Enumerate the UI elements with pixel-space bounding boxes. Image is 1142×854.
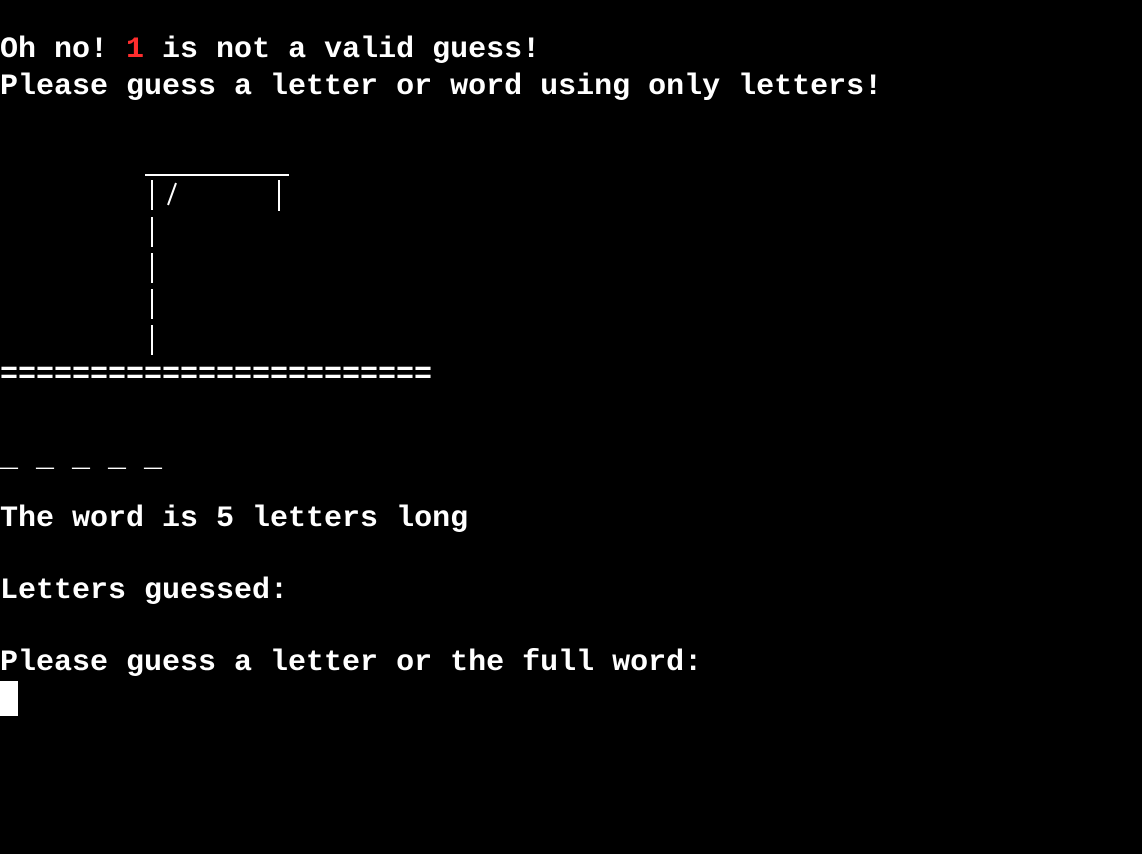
guess-input-prompt: Please guess a letter or the full word: <box>0 646 703 680</box>
gallows-base: ======================== <box>0 358 432 386</box>
error-message-line: Oh no! 1 is not a valid guess! <box>0 32 540 68</box>
error-suffix: is not a valid guess! <box>144 33 541 67</box>
word-blanks: _ _ _ _ _ <box>0 442 163 476</box>
invalid-guess-value: 1 <box>126 33 145 67</box>
terminal-window: Oh no! 1 is not a valid guess! Please gu… <box>0 0 1142 854</box>
text-cursor[interactable] <box>0 681 18 716</box>
error-help-line: Please guess a letter or word using only… <box>0 70 883 104</box>
gallows-brace <box>167 182 177 206</box>
gallows-drawing: ======================== <box>0 174 432 386</box>
error-prefix: Oh no! <box>0 33 127 67</box>
letters-guessed-label: Letters guessed: <box>0 574 289 608</box>
word-length-message: The word is 5 letters long <box>0 502 469 536</box>
